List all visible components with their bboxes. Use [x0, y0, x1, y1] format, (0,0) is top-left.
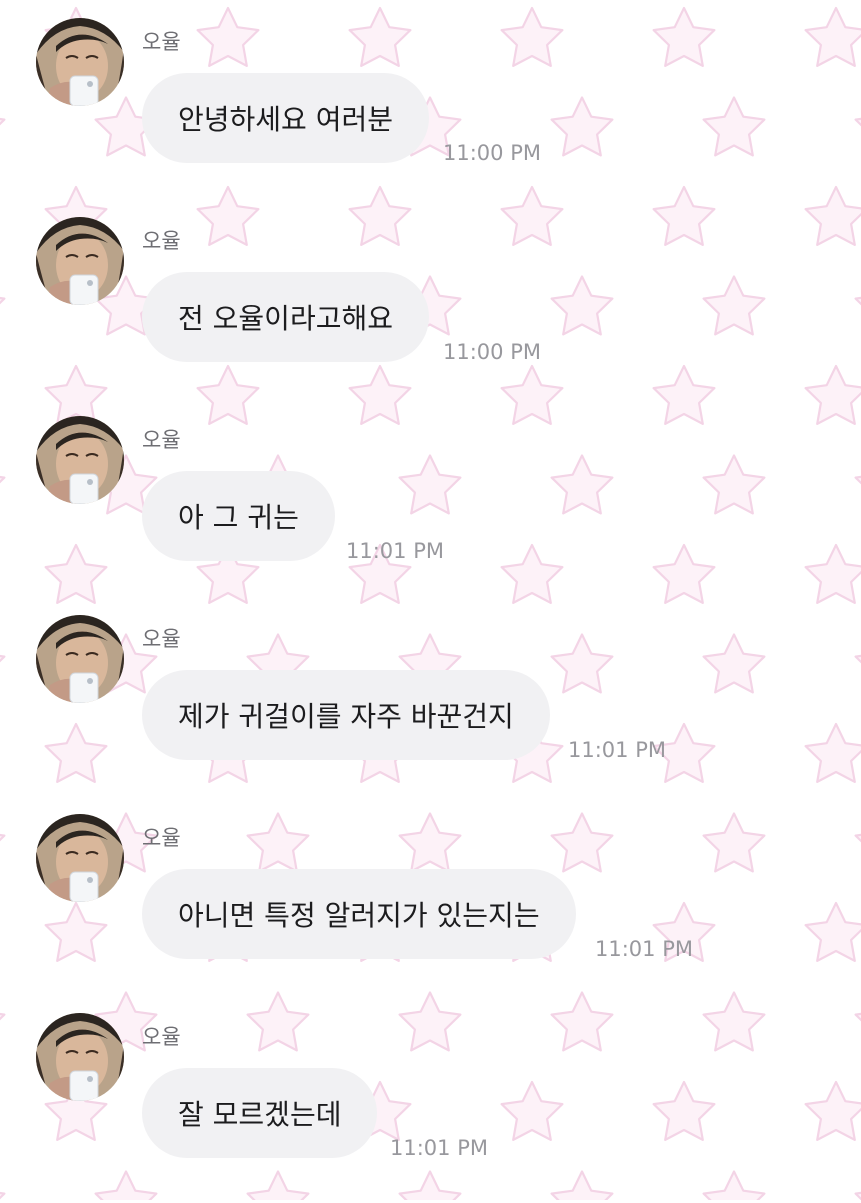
sender-name: 오율	[142, 30, 181, 54]
sender-name: 오율	[142, 826, 181, 850]
message-bubble[interactable]: 잘 모르겠는데	[142, 1068, 378, 1158]
message-row: 오율 전 오율이라고해요 11:00 PM	[0, 217, 861, 407]
message-timestamp: 11:01 PM	[390, 1136, 488, 1160]
message-timestamp: 11:00 PM	[443, 141, 541, 165]
message-timestamp: 11:01 PM	[568, 738, 666, 762]
chat-thread: 오율 안녕하세요 여러분 11:00 PM 오율 전 오율이라고해요 11:00…	[0, 0, 861, 1200]
message-bubble[interactable]: 아 그 귀는	[142, 471, 335, 561]
message-timestamp: 11:00 PM	[443, 340, 541, 364]
message-bubble[interactable]: 아니면 특정 알러지가 있는지는	[142, 869, 576, 959]
avatar[interactable]	[36, 18, 124, 106]
sender-name: 오율	[142, 229, 181, 253]
avatar[interactable]	[36, 814, 124, 902]
avatar[interactable]	[36, 416, 124, 504]
message-row: 오율 아니면 특정 알러지가 있는지는 11:01 PM	[0, 814, 861, 1004]
message-bubble[interactable]: 제가 귀걸이를 자주 바꾼건지	[142, 670, 550, 760]
message-bubble[interactable]: 전 오율이라고해요	[142, 272, 429, 362]
avatar[interactable]	[36, 217, 124, 305]
message-row: 오율 제가 귀걸이를 자주 바꾼건지 11:01 PM	[0, 615, 861, 805]
message-timestamp: 11:01 PM	[346, 539, 444, 563]
message-row: 오율 아 그 귀는 11:01 PM	[0, 416, 861, 606]
sender-name: 오율	[142, 428, 181, 452]
avatar[interactable]	[36, 615, 124, 703]
message-timestamp: 11:01 PM	[595, 937, 693, 961]
avatar[interactable]	[36, 1013, 124, 1101]
sender-name: 오율	[142, 627, 181, 651]
message-row: 오율 잘 모르겠는데 11:01 PM	[0, 1013, 861, 1203]
sender-name: 오율	[142, 1025, 181, 1049]
message-bubble[interactable]: 안녕하세요 여러분	[142, 73, 429, 163]
message-row: 오율 안녕하세요 여러분 11:00 PM	[0, 18, 861, 208]
